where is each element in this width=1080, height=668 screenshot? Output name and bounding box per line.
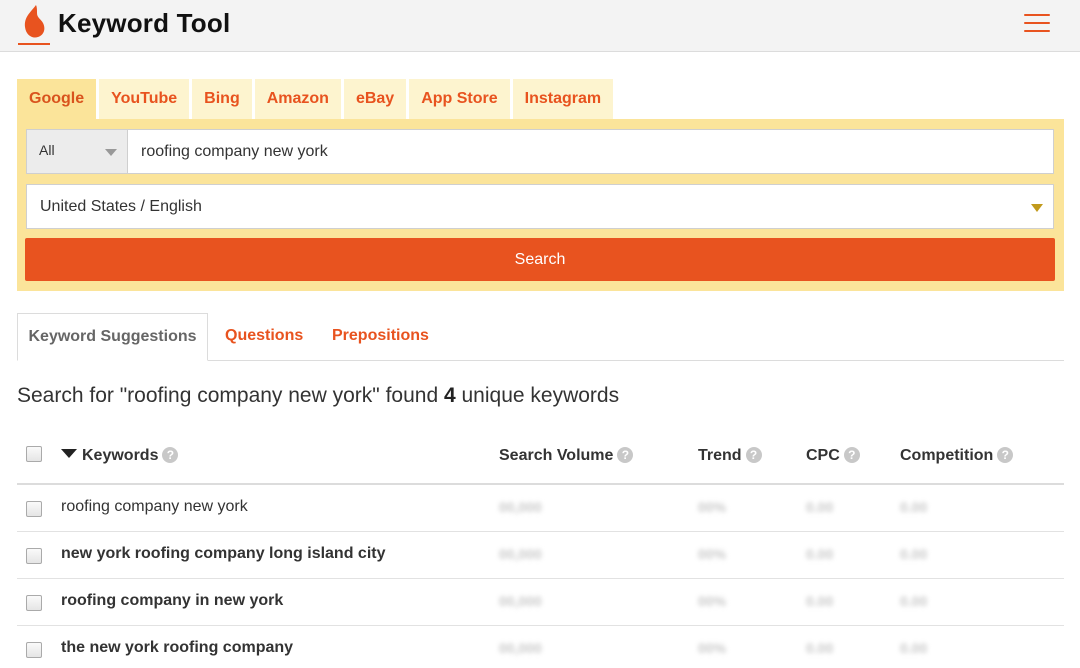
table-row: roofing company new york 00,000 00% 0.00… <box>17 485 1064 532</box>
cpc-cell: 0.00 <box>806 499 834 515</box>
help-icon[interactable]: ? <box>745 447 762 463</box>
search-type-value: All <box>39 142 55 158</box>
column-keywords[interactable]: Keywords? <box>61 447 179 465</box>
competition-cell: 0.00 <box>900 499 928 515</box>
tab-amazon[interactable]: Amazon <box>254 79 341 119</box>
cpc-cell: 0.00 <box>806 593 834 609</box>
tab-bing[interactable]: Bing <box>192 79 252 119</box>
column-trend-label: Trend <box>698 447 742 464</box>
table-header: Keywords? Search Volume? Trend? CPC? Com… <box>17 433 1064 485</box>
table-row: roofing company in new york 00,000 00% 0… <box>17 579 1064 626</box>
column-keywords-label: Keywords <box>82 447 159 464</box>
results-summary: Search for "roofing company new york" fo… <box>17 384 619 408</box>
search-volume-cell: 00,000 <box>499 640 542 656</box>
app-title[interactable]: Keyword Tool <box>58 8 230 39</box>
search-engine-tabs: Google YouTube Bing Amazon eBay App Stor… <box>17 79 616 119</box>
summary-suffix: unique keywords <box>455 384 620 407</box>
search-type-select[interactable]: All <box>26 129 128 174</box>
search-button[interactable]: Search <box>25 238 1055 281</box>
chevron-down-icon <box>1031 204 1043 212</box>
table-row: new york roofing company long island cit… <box>17 532 1064 579</box>
column-competition-label: Competition <box>900 447 994 464</box>
tab-google[interactable]: Google <box>17 79 97 119</box>
row-checkbox[interactable] <box>26 642 42 658</box>
column-trend[interactable]: Trend? <box>698 447 762 465</box>
locale-select[interactable]: United States / English <box>26 184 1054 229</box>
keywords-table: Keywords? Search Volume? Trend? CPC? Com… <box>17 433 1064 668</box>
keyword-cell[interactable]: the new york roofing company <box>61 639 293 657</box>
result-tabs: Keyword Suggestions Questions Prepositio… <box>17 313 1064 361</box>
row-checkbox[interactable] <box>26 595 42 611</box>
locale-value: United States / English <box>40 198 202 215</box>
column-search-volume-label: Search Volume <box>499 447 614 464</box>
keyword-input[interactable]: roofing company new york <box>127 129 1054 174</box>
menu-hamburger-icon[interactable] <box>1024 14 1050 34</box>
help-icon[interactable]: ? <box>162 447 179 463</box>
tab-prepositions[interactable]: Prepositions <box>332 313 429 361</box>
select-all-checkbox[interactable] <box>26 446 42 462</box>
help-icon[interactable]: ? <box>843 447 860 463</box>
tab-youtube[interactable]: YouTube <box>99 79 190 119</box>
column-cpc[interactable]: CPC? <box>806 447 860 465</box>
cpc-cell: 0.00 <box>806 640 834 656</box>
tab-keyword-suggestions[interactable]: Keyword Suggestions <box>17 313 208 361</box>
competition-cell: 0.00 <box>900 593 928 609</box>
row-checkbox[interactable] <box>26 501 42 517</box>
competition-cell: 0.00 <box>900 640 928 656</box>
tab-ebay[interactable]: eBay <box>343 79 407 119</box>
search-volume-cell: 00,000 <box>499 499 542 515</box>
column-cpc-label: CPC <box>806 447 840 464</box>
keyword-cell[interactable]: roofing company new york <box>61 498 248 516</box>
top-header: Keyword Tool <box>0 0 1080 52</box>
table-row: the new york roofing company 00,000 00% … <box>17 626 1064 668</box>
keyword-cell[interactable]: new york roofing company long island cit… <box>61 545 386 563</box>
keyword-count: 4 <box>443 384 456 407</box>
help-icon[interactable]: ? <box>997 447 1014 463</box>
tab-instagram[interactable]: Instagram <box>512 79 614 119</box>
column-search-volume[interactable]: Search Volume? <box>499 447 634 465</box>
sort-desc-icon[interactable] <box>61 449 77 458</box>
trend-cell: 00% <box>698 640 727 656</box>
flame-logo-icon[interactable] <box>16 3 52 45</box>
help-icon[interactable]: ? <box>617 447 634 463</box>
chevron-down-icon <box>105 149 117 156</box>
search-volume-cell: 00,000 <box>499 546 542 562</box>
search-panel: All roofing company new york United Stat… <box>17 119 1064 291</box>
trend-cell: 00% <box>698 593 727 609</box>
summary-prefix: Search for "roofing company new york" fo… <box>17 384 444 407</box>
trend-cell: 00% <box>698 499 727 515</box>
column-competition[interactable]: Competition? <box>900 447 1014 465</box>
competition-cell: 0.00 <box>900 546 928 562</box>
tab-questions[interactable]: Questions <box>225 313 303 361</box>
search-volume-cell: 00,000 <box>499 593 542 609</box>
row-checkbox[interactable] <box>26 548 42 564</box>
trend-cell: 00% <box>698 546 727 562</box>
tab-app-store[interactable]: App Store <box>409 79 510 119</box>
cpc-cell: 0.00 <box>806 546 834 562</box>
keyword-cell[interactable]: roofing company in new york <box>61 592 283 610</box>
